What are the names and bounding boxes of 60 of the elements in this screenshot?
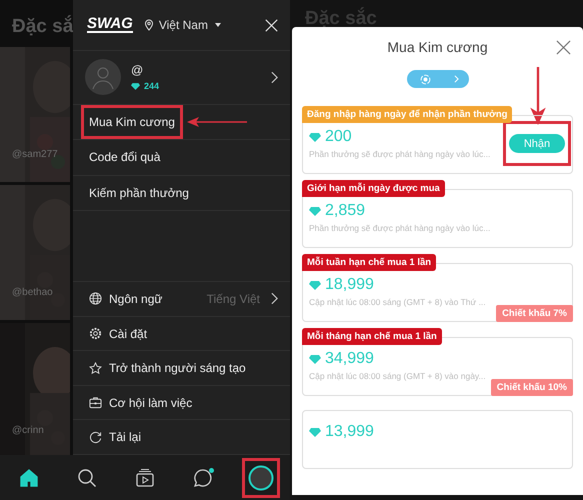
video-icon <box>135 468 155 488</box>
chevron-icon <box>271 292 278 306</box>
caret-icon <box>214 23 221 28</box>
globe-icon <box>89 292 102 306</box>
diamond-icon <box>309 280 321 290</box>
location-selector[interactable]: Việt Nam <box>142 18 221 32</box>
package-tag: Mỗi tuần hạn chế mua 1 lần <box>302 254 436 271</box>
diamond-icon <box>309 206 321 216</box>
star-icon <box>89 362 102 375</box>
home-icon <box>19 468 39 488</box>
location-pin-icon <box>142 19 155 32</box>
menu-label: Tải lại <box>109 430 142 444</box>
menu-label: Cơ hội làm việc <box>109 396 192 410</box>
diamond-icon <box>309 428 321 436</box>
avatar[interactable] <box>85 59 121 96</box>
nav-button[interactable] <box>242 458 280 498</box>
chevron-icon <box>454 75 458 83</box>
reload-icon <box>89 430 102 444</box>
diamond-icon <box>309 132 321 142</box>
chevron-icon[interactable] <box>271 70 278 84</box>
diamond-count: 244 <box>144 81 160 92</box>
package-note: Cập nhật lúc 08:00 sáng (GMT + 8) vào ngày... <box>309 371 487 381</box>
user-handle: @ <box>131 63 144 78</box>
discount-badge: Chiết khấu 10% <box>490 379 573 396</box>
menu-item[interactable]: Mua Kim cương <box>81 104 183 139</box>
menu-label: Cài đặt <box>109 326 148 341</box>
package-tag: Đăng nhập hàng ngày để nhận phần thưởng <box>302 106 512 123</box>
notification-dot <box>209 468 214 472</box>
diamond-amount: 2,859 <box>325 202 366 220</box>
diamond-amount: 200 <box>325 128 352 146</box>
search-icon <box>77 468 97 488</box>
briefcase-icon <box>89 396 102 410</box>
menu-label: Ngôn ngữ <box>109 292 162 306</box>
menu-item[interactable]: Kiếm phần thưởng <box>81 176 197 210</box>
diamond-amount: 13,999 <box>325 423 374 441</box>
chat-icon <box>193 468 213 488</box>
menu-label: Trở thành người sáng tạo <box>109 361 246 376</box>
package-note: Cập nhật lúc 08:00 sáng (GMT + 8) vào Thứ ... <box>309 297 487 307</box>
page-title: Đặc sắ <box>11 14 73 39</box>
diamond-amount: 18,999 <box>325 276 374 294</box>
menu-value: Tiếng Việt <box>206 292 260 306</box>
menu-item[interactable]: Code đổi quà <box>81 140 168 174</box>
username: @bethao <box>12 287 53 298</box>
package-note: Phần thưởng sẽ được phát hàng ngày vào lúc... <box>309 149 492 159</box>
arrow-annotation <box>530 67 546 125</box>
settings-icon <box>89 327 102 340</box>
discount-badge: Chiết khấu 7% <box>496 305 573 322</box>
dialog-title: Mua Kim cương <box>387 39 488 55</box>
package-tag: Mỗi tháng hạn chế mua 1 lần <box>302 328 442 345</box>
profile-icon <box>248 464 274 490</box>
diamond-icon <box>131 82 140 90</box>
diamond-icon <box>309 354 321 364</box>
coin-icon <box>420 74 430 84</box>
diamond-amount: 34,999 <box>325 350 374 368</box>
arrow-annotation <box>186 116 247 127</box>
package-note: Phần thưởng sẽ được phát hàng ngày vào lúc... <box>309 223 492 233</box>
logo: SWAG <box>87 17 133 34</box>
package-tag: Giới hạn mỗi ngày được mua <box>302 180 445 197</box>
username: @crinn <box>12 425 44 436</box>
username: @sam277 <box>12 149 58 160</box>
